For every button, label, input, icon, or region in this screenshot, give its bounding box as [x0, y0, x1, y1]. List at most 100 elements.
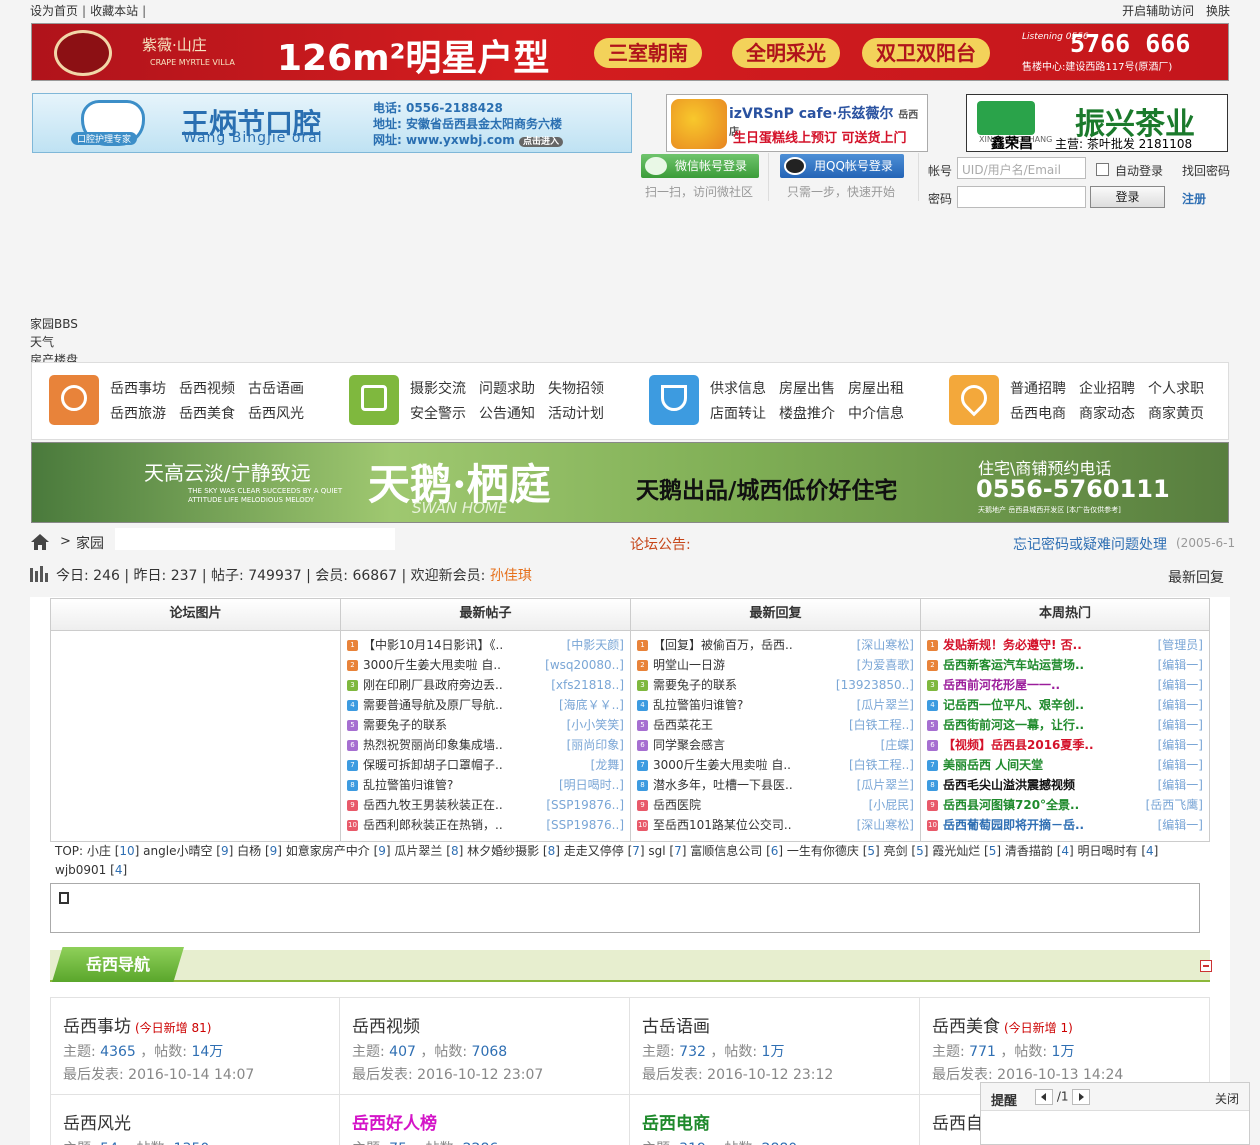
tea-banner[interactable]: XINGRONGCHANG 振兴茶业 鑫荣昌 主营: 茶叶批发 2181108 [966, 94, 1228, 152]
thread-author[interactable]: [明日喝时..] [559, 775, 624, 795]
thread-title[interactable]: 岳西九牧王男装秋装正在.. [363, 795, 533, 815]
list-item[interactable]: 5 岳西街前河这一幕，让行.. [编辑一] [921, 715, 1209, 735]
list-item[interactable]: 10 岳西葡萄园即将开摘－岳.. [编辑一] [921, 815, 1209, 835]
list-item[interactable]: 3 刚在印刷厂县政府旁边丢.. [xfs21818..] [341, 675, 630, 695]
thread-title[interactable]: 岳西新客运汽车站运营场.. [943, 655, 1113, 675]
nav-link[interactable]: 个人求职 [1148, 377, 1204, 402]
qq-login-button[interactable]: 用QQ帐号登录 [780, 154, 904, 178]
side-link-weather[interactable]: 天气 [30, 333, 78, 351]
nav-link[interactable]: 楼盘推介 [779, 402, 835, 427]
forum-name[interactable]: 岳西自 [932, 1114, 983, 1134]
breadcrumb-home[interactable]: 家园 [76, 533, 104, 553]
list-item[interactable]: 6 【视频】岳西县2016夏季.. [编辑一] [921, 735, 1209, 755]
nav-link[interactable]: 安全警示 [410, 402, 466, 427]
top-poster-link[interactable]: 小庄 [87, 844, 111, 858]
search-input[interactable] [115, 528, 395, 550]
top-poster-link[interactable]: angle小晴空 [143, 844, 212, 858]
forum-name[interactable]: 岳西美食 [932, 1017, 1000, 1037]
thread-title[interactable]: 【回复】被偷百万，岳西.. [653, 635, 823, 655]
thread-author[interactable]: [深山寒松] [857, 815, 914, 835]
thread-title[interactable]: 至岳西101路某位公交司.. [653, 815, 823, 835]
nav-link[interactable]: 普通招聘 [1010, 377, 1066, 402]
list-item[interactable]: 3 需要兔子的联系 [13923850..] [631, 675, 920, 695]
thread-author[interactable]: [小小笑笑] [567, 715, 624, 735]
top-poster-link[interactable]: 明日喝时有 [1078, 844, 1138, 858]
prev-page-button[interactable] [1035, 1089, 1053, 1105]
thread-title[interactable]: 【中影10月14日影讯】《.. [363, 635, 533, 655]
thread-author[interactable]: [编辑一] [1158, 815, 1203, 835]
top-poster-link[interactable]: 白杨 [237, 844, 261, 858]
list-item[interactable]: 6 热烈祝贺丽尚印象集成墙.. [丽尚印象] [341, 735, 630, 755]
password-input[interactable] [957, 186, 1086, 208]
thread-title[interactable]: 需要兔子的联系 [653, 675, 823, 695]
nav-link[interactable]: 商家黄页 [1148, 402, 1204, 427]
forum-name[interactable]: 岳西风光 [63, 1114, 131, 1134]
thread-author[interactable]: [编辑一] [1158, 655, 1203, 675]
thread-author[interactable]: [瓜片翠兰] [857, 695, 914, 715]
forum-card[interactable]: 岳西电商主题: 319 ，帖数: 2880 [630, 1095, 920, 1145]
top-poster-link[interactable]: 林夕婚纱摄影 [467, 844, 539, 858]
thread-author[interactable]: [白铁工程..] [849, 755, 914, 775]
thread-title[interactable]: 发贴新规！务必遵守! 否.. [943, 635, 1113, 655]
thread-title[interactable]: 乱拉警笛归谁管? [653, 695, 823, 715]
top-poster-link[interactable]: 霞光灿烂 [932, 844, 980, 858]
list-item[interactable]: 2 明堂山一日游 [为爱喜歌] [631, 655, 920, 675]
top-poster-link[interactable]: 走走又停停 [564, 844, 624, 858]
nav-link[interactable]: 岳西美食 [179, 402, 235, 427]
list-item[interactable]: 3 岳西前河花形屋一一.. [编辑一] [921, 675, 1209, 695]
forum-name[interactable]: 岳西事坊 [63, 1017, 131, 1037]
thread-title[interactable]: 潜水多年，吐槽一下县医.. [653, 775, 823, 795]
thread-title[interactable]: 【视频】岳西县2016夏季.. [943, 735, 1113, 755]
list-item[interactable]: 2 岳西新客运汽车站运营场.. [编辑一] [921, 655, 1209, 675]
thread-title[interactable]: 需要兔子的联系 [363, 715, 533, 735]
set-home-link[interactable]: 设为首页 [30, 4, 78, 18]
thread-author[interactable]: [wsq20080..] [545, 655, 624, 675]
thread-author[interactable]: [岳西飞鹰] [1146, 795, 1203, 815]
forum-name[interactable]: 古岳语画 [642, 1017, 710, 1037]
list-item[interactable]: 7 3000斤生姜大甩卖啦 自.. [白铁工程..] [631, 755, 920, 775]
nav-link[interactable]: 店面转让 [710, 402, 766, 427]
list-item[interactable]: 1 发贴新规！务必遵守! 否.. [管理员] [921, 635, 1209, 655]
thread-author[interactable]: [编辑一] [1158, 675, 1203, 695]
top-poster-link[interactable]: 亮剑 [884, 844, 908, 858]
nav-link[interactable]: 岳西旅游 [110, 402, 166, 427]
list-item[interactable]: 4 记岳西一位平凡、艰辛创.. [编辑一] [921, 695, 1209, 715]
home-icon[interactable] [31, 534, 49, 550]
auto-login-checkbox[interactable] [1096, 163, 1109, 176]
nav-link[interactable]: 岳西电商 [1010, 402, 1066, 427]
thread-title[interactable]: 美丽岳西 人间天堂 [943, 755, 1113, 775]
nav-link[interactable]: 商家动态 [1079, 402, 1135, 427]
collapse-icon[interactable] [1200, 960, 1212, 972]
forum-name[interactable]: 岳西好人榜 [352, 1114, 437, 1134]
thread-title[interactable]: 明堂山一日游 [653, 655, 823, 675]
forum-card[interactable]: 岳西事坊 (今日新增 81) 主题: 4365 ，帖数: 14万 最后发表: 2016… [50, 997, 340, 1095]
thread-title[interactable]: 保暖可拆卸胡子口罩帽子.. [363, 755, 533, 775]
thread-author[interactable]: [编辑一] [1158, 775, 1203, 795]
thread-author[interactable]: [SSP19876..] [546, 795, 624, 815]
forum-card[interactable]: 岳西美食 (今日新增 1) 主题: 771 ，帖数: 1万 最后发表: 2016-10… [920, 997, 1210, 1095]
thread-author[interactable]: [编辑一] [1158, 755, 1203, 775]
nav-link[interactable]: 岳西风光 [248, 402, 304, 427]
bookmark-link[interactable]: 收藏本站 [90, 4, 138, 18]
thread-title[interactable]: 热烈祝贺丽尚印象集成墙.. [363, 735, 533, 755]
nav-link[interactable]: 失物招领 [548, 377, 604, 402]
skin-link[interactable]: 换肤 [1206, 4, 1230, 18]
list-item[interactable]: 9 岳西九牧王男装秋装正在.. [SSP19876..] [341, 795, 630, 815]
thread-author[interactable]: [xfs21818..] [551, 675, 624, 695]
thread-author[interactable]: [13923850..] [836, 675, 914, 695]
list-item[interactable]: 1 【中影10月14日影讯】《.. [中影天颜] [341, 635, 630, 655]
top-poster-link[interactable]: sgl [648, 844, 665, 858]
forum-card[interactable]: 岳西好人榜主题: 75 ，帖数: 2286 [340, 1095, 630, 1145]
cake-banner[interactable]: izVRSnP cafe·乐兹薇尔 岳西店 生日蛋糕线上预订 可送货上门 [666, 94, 928, 152]
thread-author[interactable]: [深山寒松] [857, 635, 914, 655]
thread-title[interactable]: 岳西县河图镇720°全景.. [943, 795, 1113, 815]
nav-link[interactable]: 岳西视频 [179, 377, 235, 402]
list-item[interactable]: 8 乱拉警笛归谁管? [明日喝时..] [341, 775, 630, 795]
nav-link[interactable]: 活动计划 [548, 402, 604, 427]
top-poster-link[interactable]: wjb0901 [55, 863, 106, 877]
thread-author[interactable]: [管理员] [1158, 635, 1203, 655]
forum-name[interactable]: 岳西电商 [642, 1114, 710, 1134]
forum-card[interactable]: 岳西视频 主题: 407 ，帖数: 7068 最后发表: 2016-10-12 23… [340, 997, 630, 1095]
assist-link[interactable]: 开启辅助访问 [1122, 4, 1194, 18]
thread-title[interactable]: 刚在印刷厂县政府旁边丢.. [363, 675, 533, 695]
